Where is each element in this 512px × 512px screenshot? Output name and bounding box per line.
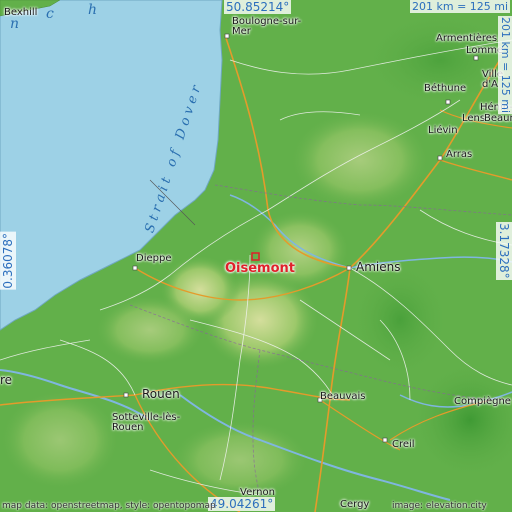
- scale-vertical: 201 km = 125 mi: [498, 16, 512, 115]
- city-label-dieppe: Dieppe: [136, 253, 172, 264]
- coord-right: 3.17328°: [496, 222, 512, 280]
- city-label-bethune: Béthune: [424, 83, 467, 94]
- coord-top: 50.85214°: [224, 0, 292, 14]
- city-marker: [132, 265, 138, 271]
- city-label-beauvais: Beauvais: [320, 391, 366, 402]
- coord-left: 0.36078°: [0, 232, 16, 290]
- city-label-creil: Creil: [392, 439, 415, 450]
- terrain-layer: [0, 0, 512, 512]
- city-label-bexhill: Bexhill: [4, 7, 38, 18]
- sea-label-n: n: [10, 16, 24, 32]
- attribution-left: map data: openstreetmap, style: opentopo…: [2, 501, 216, 511]
- city-marker: [445, 99, 451, 105]
- city-label-armentieres: Armentières: [436, 33, 498, 44]
- city-label-arras: Arras: [446, 149, 473, 160]
- city-label-compiegne: Compiègne: [454, 396, 511, 407]
- city-label-sotteville: Sotteville-lès- Rouen: [112, 412, 181, 433]
- map-canvas[interactable]: n c h Strait of Dover Bexhill Boulogne-s…: [0, 0, 512, 512]
- sea-label-c: c: [46, 6, 58, 22]
- city-label-lievin: Liévin: [428, 125, 458, 136]
- city-marker: [224, 33, 230, 39]
- city-marker: [382, 437, 388, 443]
- city-marker: [123, 392, 129, 398]
- city-marker: [473, 55, 479, 61]
- city-label-lens: Lens: [462, 113, 486, 124]
- city-label-havre: re: [0, 373, 13, 387]
- city-marker: [346, 265, 352, 271]
- city-label-boulogne: Boulogne-sur- Mer: [232, 16, 302, 37]
- city-label-cergy: Cergy: [340, 499, 370, 510]
- scale-horizontal: 201 km = 125 mi: [410, 0, 511, 13]
- city-marker: [437, 155, 443, 161]
- coord-bottom: 49.04261°: [208, 497, 276, 511]
- city-label-beaumont: Beaumont: [484, 113, 512, 124]
- attribution-right: image: elevation.city: [392, 501, 487, 511]
- focus-city-label: Oisemont: [225, 261, 296, 276]
- sea-label-h: h: [88, 2, 102, 18]
- city-label-amiens: Amiens: [356, 260, 401, 274]
- city-label-rouen: Rouen: [142, 387, 180, 401]
